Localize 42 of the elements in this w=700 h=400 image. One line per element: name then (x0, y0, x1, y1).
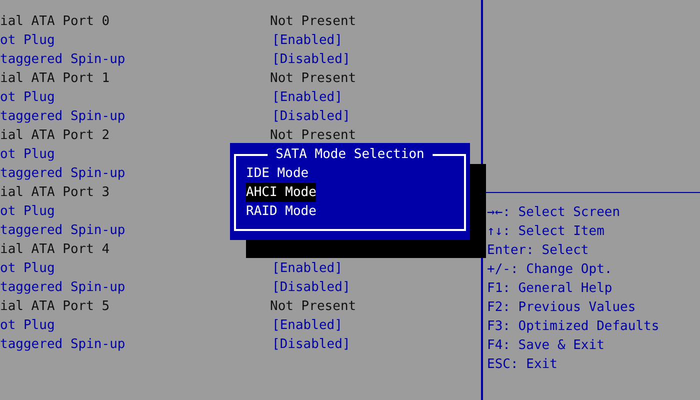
setting-value[interactable]: [Disabled] (272, 335, 350, 354)
setting-label: ial ATA Port 2 (0, 128, 110, 143)
setting-label[interactable]: taggered Spin-up (0, 280, 126, 295)
setting-value[interactable]: [Enabled] (272, 31, 342, 50)
setting-value[interactable]: [Disabled] (272, 107, 350, 126)
setting-label[interactable]: ot Plug (0, 33, 55, 48)
mode-option[interactable]: AHCI Mode (246, 183, 316, 202)
help-text: ESC: Exit (487, 356, 558, 374)
setting-label[interactable]: taggered Spin-up (0, 166, 126, 181)
help-text: F3: Optimized Defaults (487, 318, 660, 336)
mode-option[interactable]: RAID Mode (246, 202, 316, 221)
help-text: F2: Previous Values (487, 299, 637, 317)
setting-value[interactable]: [Enabled] (272, 259, 342, 278)
help-text: →←: Select Screen (487, 204, 622, 222)
setting-label: ial ATA Port 0 (0, 14, 110, 29)
setting-label[interactable]: ot Plug (0, 204, 55, 219)
setting-label[interactable]: ot Plug (0, 90, 55, 105)
setting-value[interactable]: [Enabled] (272, 316, 342, 335)
setting-label[interactable]: ot Plug (0, 147, 55, 162)
mode-option[interactable]: IDE Mode (246, 164, 309, 183)
help-text: F4: Save & Exit (487, 337, 606, 355)
help-text: ↑↓: Select Item (487, 223, 606, 241)
help-text: +/-: Change Opt. (487, 261, 614, 279)
setting-label[interactable]: taggered Spin-up (0, 52, 126, 67)
setting-label: ial ATA Port 4 (0, 242, 110, 257)
setting-value: Not Present (270, 298, 356, 316)
setting-value: Not Present (270, 127, 356, 145)
setting-value[interactable]: [Disabled] (272, 50, 350, 69)
setting-label: ial ATA Port 1 (0, 71, 110, 86)
setting-label[interactable]: ot Plug (0, 261, 55, 276)
setting-label: ial ATA Port 5 (0, 299, 110, 314)
setting-label[interactable]: taggered Spin-up (0, 223, 126, 238)
setting-label: ial ATA Port 3 (0, 185, 110, 200)
setting-value: Not Present (270, 70, 356, 88)
help-text: Enter: Select (487, 242, 590, 260)
setting-label[interactable]: taggered Spin-up (0, 337, 126, 352)
help-text: F1: General Help (487, 280, 614, 298)
setting-label[interactable]: taggered Spin-up (0, 109, 126, 124)
setting-value[interactable]: [Disabled] (272, 278, 350, 297)
setting-value[interactable]: [Enabled] (272, 88, 342, 107)
setting-value: Not Present (270, 13, 356, 31)
setting-label[interactable]: ot Plug (0, 318, 55, 333)
